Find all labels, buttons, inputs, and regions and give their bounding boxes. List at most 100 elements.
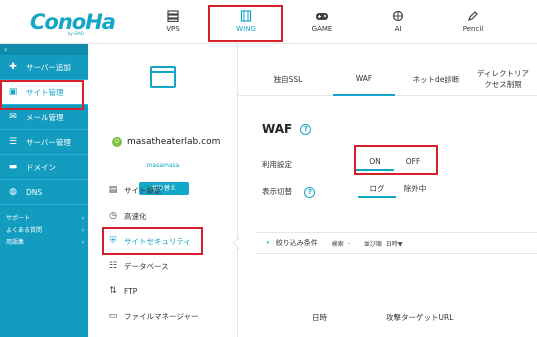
domain-row: ⏻ masatheaterlab.com — [112, 137, 220, 147]
shield-icon: ⛨ — [109, 236, 117, 246]
column-header-target-url: 攻撃ターゲットURL — [386, 313, 454, 322]
site-icon: ▣ — [8, 87, 18, 97]
tab-waf[interactable]: WAF — [333, 62, 395, 96]
chevron-right-icon: › — [81, 239, 84, 246]
transfer-icon: ⇅ — [109, 286, 117, 296]
speed-icon: ◷ — [109, 211, 117, 221]
sidebar-collapse-button[interactable]: ‹ — [0, 44, 88, 55]
display-label: 表示切替 ? — [262, 186, 316, 198]
menu-item-label: 高速化 — [124, 211, 147, 221]
menu-item-file-manager[interactable]: ▭ ファイルマネージャー — [106, 306, 199, 326]
tab-net-scan[interactable]: ネットde診断 — [406, 62, 466, 96]
plus-icon: ✚ — [9, 62, 17, 72]
menu-item-label: FTP — [124, 286, 138, 296]
sidebar-item-label: サーバー管理 — [26, 137, 71, 147]
power-icon[interactable]: ⏻ — [112, 137, 122, 147]
top-header: ConoHa by GMO VPS WING GAME AI Pencil — [0, 0, 537, 44]
help-icon[interactable]: ? — [300, 124, 312, 135]
sidebar-item-label: サーバー追加 — [26, 62, 71, 72]
topnav-ai[interactable]: AI — [363, 0, 433, 44]
sidebar-item-add-server[interactable]: ✚ サーバー追加 — [0, 55, 88, 80]
logo-subtitle: by GMO — [68, 31, 84, 36]
usage-toggle: ON OFF — [356, 153, 432, 171]
brain-icon — [391, 10, 405, 22]
filter-sort-value: 日時▼ — [385, 240, 403, 248]
chevron-right-icon: › — [81, 227, 84, 234]
filter-search: 検索 — [331, 240, 344, 248]
server-manage-icon: ☰ — [8, 137, 18, 147]
sidebar-link-label: サポート — [6, 215, 31, 222]
sidebar-link-glossary[interactable]: 用語集 › — [0, 237, 88, 249]
server-icon — [166, 10, 180, 23]
sidebar-link-label: 用語集 — [6, 239, 25, 246]
wing-icon — [239, 10, 253, 22]
website-icon — [150, 66, 176, 88]
usage-off-option[interactable]: OFF — [394, 153, 432, 171]
display-toggle: ログ 除外中 — [358, 180, 434, 198]
topnav-label: GAME — [311, 25, 333, 33]
page-title-text: WAF — [262, 122, 293, 136]
gamepad-icon — [315, 10, 329, 22]
topnav-label: VPS — [166, 25, 180, 33]
sidebar-item-dns[interactable]: ◍ DNS — [0, 180, 88, 205]
sidebar-item-server-management[interactable]: ☰ サーバー管理 — [0, 130, 88, 155]
help-icon[interactable]: ? — [304, 186, 316, 198]
usage-label: 利用設定 — [262, 160, 292, 169]
sidebar-item-mail[interactable]: ✉ メール管理 — [0, 105, 88, 130]
topnav-wing[interactable]: WING — [211, 0, 281, 44]
folder-icon: ▭ — [108, 311, 118, 321]
menu-item-speed[interactable]: ◷ 高速化 — [106, 206, 147, 226]
menu-item-label: サイトセキュリティ — [124, 236, 192, 246]
menu-item-label: ファイルマネージャー — [124, 311, 199, 321]
page-title: WAF ? — [262, 122, 312, 136]
pencil-icon — [466, 10, 480, 22]
tab-ssl[interactable]: 独自SSL — [258, 62, 318, 96]
menu-item-site-settings[interactable]: ▤ サイト設定 — [106, 180, 162, 200]
topnav-label: Pencil — [462, 25, 484, 33]
sidebar-link-support[interactable]: サポート › — [0, 213, 88, 225]
globe-icon: ◍ — [9, 187, 17, 197]
sidebar-item-label: サイト管理 — [26, 87, 64, 97]
domain-icon: ▬ — [8, 162, 18, 172]
topnav-game[interactable]: GAME — [287, 0, 357, 44]
main-content: 独自SSL WAF ネットde診断 ディレクトリアクセス制限 WAF ? 利用設… — [238, 44, 537, 337]
topnav-label: AI — [394, 25, 402, 33]
sidebar-item-domain[interactable]: ▬ ドメイン — [0, 155, 88, 180]
menu-item-label: サイト設定 — [124, 185, 162, 195]
filter-label: 絞り込み条件 — [275, 239, 318, 247]
display-log-option[interactable]: ログ — [358, 180, 396, 198]
menu-item-database[interactable]: ☷ データベース — [106, 256, 169, 276]
display-excluded-option[interactable]: 除外中 — [396, 180, 434, 198]
site-domain: masatheaterlab.com — [127, 137, 221, 147]
sidebar-item-label: ドメイン — [26, 162, 56, 172]
filter-sort: 並び順 — [363, 240, 382, 248]
usage-on-option[interactable]: ON — [356, 153, 394, 171]
mail-icon: ✉ — [9, 112, 17, 122]
chevron-right-icon: › — [266, 238, 270, 248]
sidebar-item-label: メール管理 — [26, 112, 64, 122]
site-settings-icon: ▤ — [108, 185, 118, 195]
topnav-vps[interactable]: VPS — [138, 0, 208, 44]
filter-search-value: - — [347, 239, 350, 247]
menu-item-label: データベース — [124, 261, 169, 271]
display-label-text: 表示切替 — [262, 187, 292, 196]
menu-item-site-security[interactable]: ⛨ サイトセキュリティ — [106, 231, 191, 251]
sidebar-item-site-management[interactable]: ▣ サイト管理 — [0, 80, 88, 105]
account-name: masamasa — [146, 162, 180, 169]
security-tabs: 独自SSL WAF ネットde診断 ディレクトリアクセス制限 — [238, 62, 537, 96]
sidebar-link-faq[interactable]: よくある質問 › — [0, 225, 88, 237]
chevron-right-icon: › — [81, 215, 84, 222]
topnav-pencil[interactable]: Pencil — [438, 0, 508, 44]
sidebar-link-label: よくある質問 — [6, 227, 43, 234]
topnav-label: WING — [236, 25, 256, 33]
menu-item-ftp[interactable]: ⇅ FTP — [106, 281, 137, 301]
panel-notch — [232, 236, 241, 250]
site-panel: ⏻ masatheaterlab.com masamasa 切り替え ▤ サイト… — [88, 44, 238, 337]
sidebar-item-label: DNS — [26, 187, 43, 197]
sidebar: ‹ ✚ サーバー追加 ▣ サイト管理 ✉ メール管理 ☰ サーバー管理 ▬ ドメ… — [0, 44, 88, 337]
filter-bar[interactable]: › 絞り込み条件 検索 - 並び順 日時▼ — [256, 232, 537, 254]
tab-directory-access[interactable]: ディレクトリアクセス制限 — [474, 62, 532, 96]
column-header-date: 日時 — [312, 313, 327, 322]
database-icon: ☷ — [108, 261, 118, 271]
